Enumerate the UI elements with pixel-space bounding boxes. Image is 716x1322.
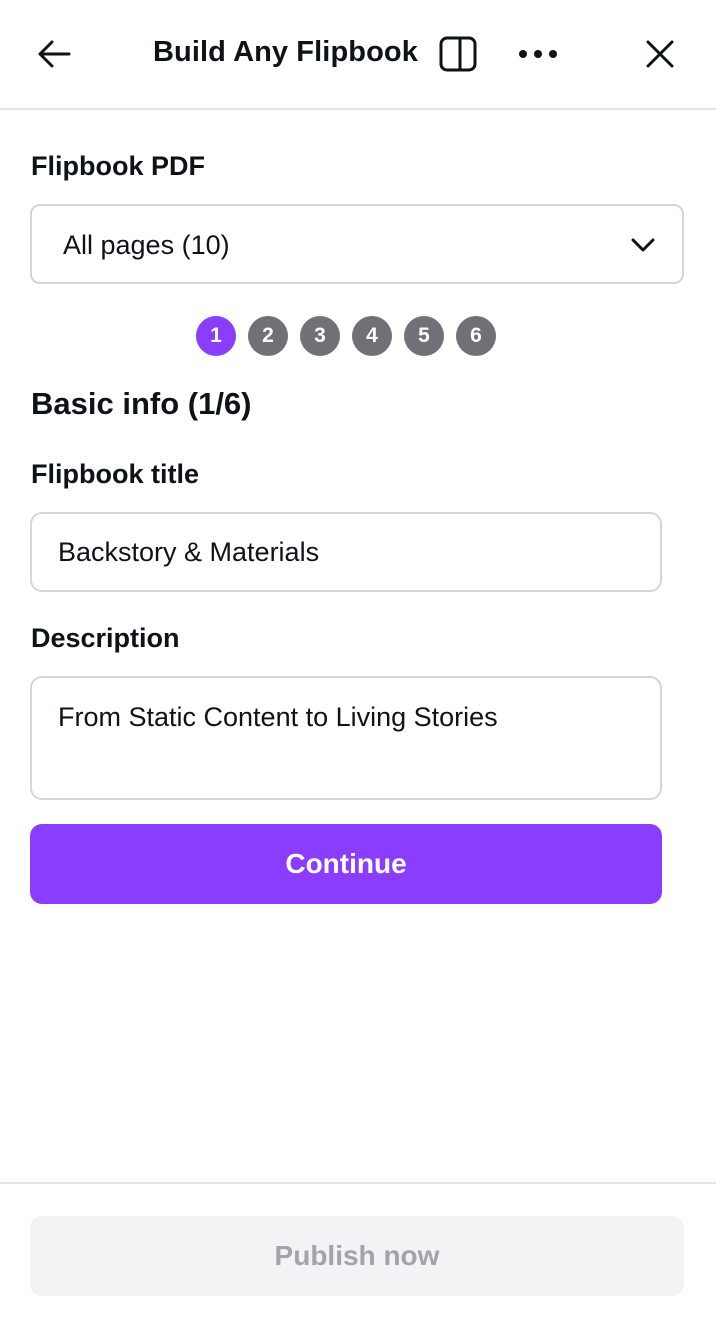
pages-select[interactable]: All pages (10) — [30, 204, 684, 284]
step-4[interactable]: 4 — [352, 316, 392, 356]
close-button[interactable] — [636, 32, 684, 76]
description-value: From Static Content to Living Stories — [58, 702, 498, 732]
side-panel-icon — [439, 36, 477, 72]
flipbook-title-label: Flipbook title — [31, 459, 199, 489]
more-options-button[interactable] — [514, 34, 562, 74]
pages-select-value: All pages (10) — [63, 230, 230, 260]
flipbook-title-value: Backstory & Materials — [58, 537, 320, 567]
step-indicator: 1 2 3 4 5 6 — [0, 316, 716, 356]
side-panel-button[interactable] — [436, 34, 480, 74]
more-horizontal-icon — [519, 50, 557, 58]
close-icon — [646, 40, 674, 68]
continue-button[interactable]: Continue — [30, 824, 662, 904]
description-textarea[interactable]: From Static Content to Living Stories — [30, 676, 662, 800]
step-2[interactable]: 2 — [248, 316, 288, 356]
section-title: Basic info (1/6) — [31, 386, 252, 421]
step-1[interactable]: 1 — [196, 316, 236, 356]
back-button[interactable] — [30, 32, 78, 76]
publish-now-button[interactable]: Publish now — [30, 1216, 684, 1296]
panel-title: Build Any Flipbook — [153, 36, 418, 68]
header-bar: Build Any Flipbook — [0, 0, 716, 110]
arrow-left-icon — [38, 40, 71, 68]
chevron-down-icon — [631, 238, 655, 252]
step-3[interactable]: 3 — [300, 316, 340, 356]
step-6[interactable]: 6 — [456, 316, 496, 356]
flipbook-pdf-label: Flipbook PDF — [31, 151, 205, 181]
description-label: Description — [31, 623, 180, 653]
step-5[interactable]: 5 — [404, 316, 444, 356]
flipbook-title-input[interactable]: Backstory & Materials — [30, 512, 662, 592]
footer-divider — [0, 1182, 716, 1184]
